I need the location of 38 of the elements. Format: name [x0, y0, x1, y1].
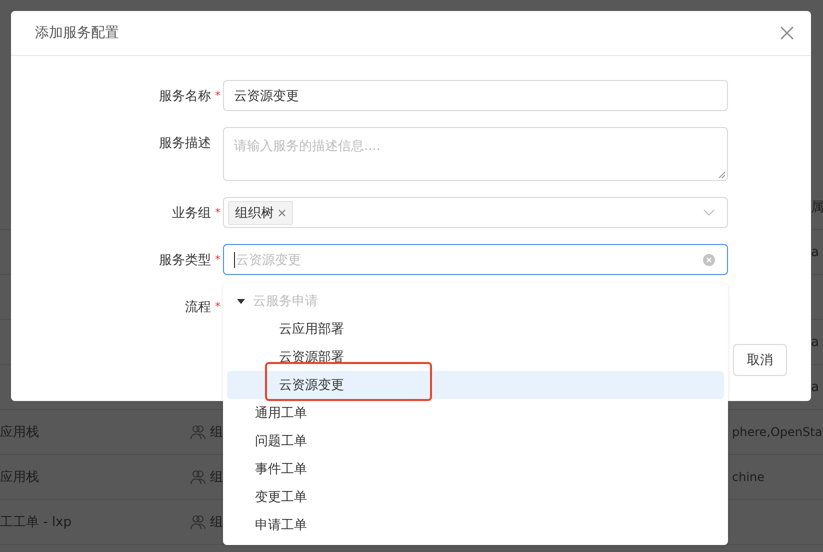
- user-group-icon: [190, 424, 206, 440]
- tree-option[interactable]: 申请工单: [227, 511, 724, 539]
- tree-option[interactable]: 问题工单: [227, 427, 724, 455]
- tree-option[interactable]: 通用工单: [227, 399, 724, 427]
- table-cell-text: 组: [210, 469, 223, 486]
- field-label: 服务描述: [159, 134, 211, 152]
- field-label: 业务组: [172, 204, 211, 222]
- table-cell-text: 组: [210, 424, 223, 441]
- table-cell: phere,OpenSta: [732, 425, 822, 439]
- group-select-field[interactable]: 组织树: [223, 197, 728, 228]
- table-cell: a: [811, 334, 819, 350]
- table-cell-text: 工工单 - lxp: [0, 514, 72, 531]
- tag: 组织树: [228, 200, 293, 224]
- table-cell: chine: [732, 470, 765, 484]
- field-label: 流程: [185, 298, 211, 316]
- cancel-button[interactable]: 取消: [733, 344, 787, 376]
- table-cell: a: [811, 244, 819, 260]
- close-icon[interactable]: [278, 208, 286, 216]
- user-group-icon: [190, 469, 206, 485]
- table-cell-text: 属: [811, 199, 823, 216]
- table-cell-text: 组: [210, 514, 223, 531]
- dialog-title: 添加服务配置: [35, 24, 119, 42]
- table-cell-text: 应用栈: [0, 469, 39, 486]
- field-label: 服务名称: [159, 88, 211, 104]
- chevron-down-icon: [703, 209, 715, 216]
- required-mark: *: [215, 300, 220, 313]
- user-group-icon: [190, 514, 206, 530]
- table-cell-text: 应用栈: [0, 424, 39, 441]
- tree-option[interactable]: 变更工单: [227, 483, 724, 511]
- table-cell: a: [811, 380, 819, 394]
- name-input-field[interactable]: 云资源变更: [223, 80, 728, 111]
- required-mark: *: [215, 206, 220, 219]
- field-label: 服务类型: [159, 252, 211, 268]
- resize-handle-icon: [718, 171, 725, 178]
- tree-option[interactable]: 事件工单: [227, 455, 724, 483]
- required-mark: *: [215, 253, 220, 266]
- required-mark: *: [215, 89, 220, 102]
- close-button[interactable]: [779, 25, 795, 41]
